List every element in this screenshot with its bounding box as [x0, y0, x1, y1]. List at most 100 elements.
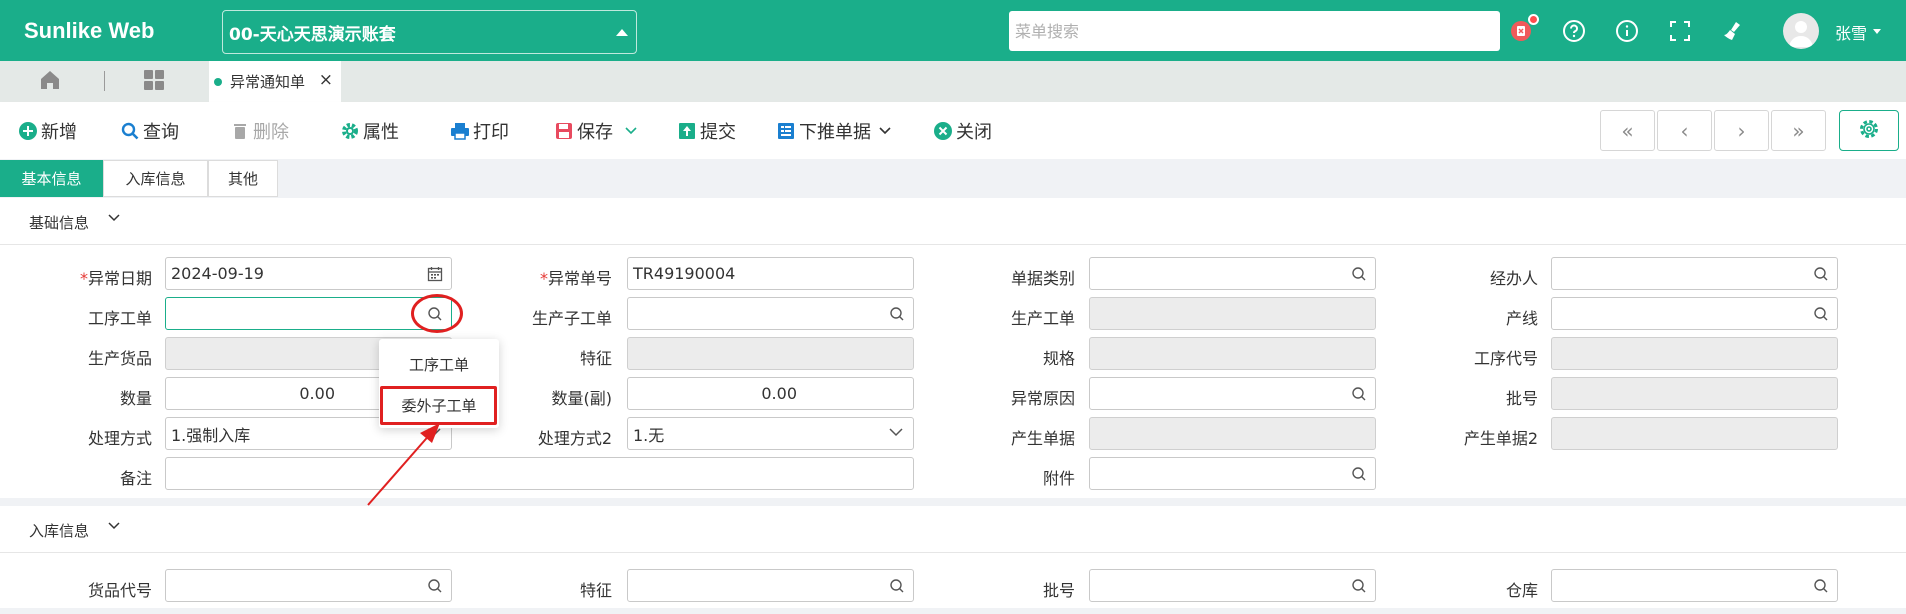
search-icon[interactable]: [1813, 578, 1829, 594]
warehouse-field[interactable]: [1551, 569, 1838, 602]
next-page-button[interactable]: ›: [1714, 110, 1769, 151]
goods-code-field[interactable]: [165, 569, 452, 602]
submit-button[interactable]: 提交: [677, 118, 736, 144]
notification-badge: [1528, 14, 1539, 25]
fullscreen-icon[interactable]: [1666, 17, 1694, 45]
caret-up-icon: [616, 29, 628, 36]
properties-label: 属性: [363, 122, 399, 143]
prod-goods-label: 生产货品: [87, 349, 152, 368]
feature-field: [627, 337, 914, 370]
stock-info-header[interactable]: 入库信息: [0, 506, 1906, 553]
batch-label: 批号: [1505, 389, 1538, 408]
search-icon[interactable]: [1351, 266, 1367, 282]
settings-button[interactable]: [1839, 110, 1899, 151]
search-icon[interactable]: [1351, 386, 1367, 402]
remark-field[interactable]: [165, 457, 914, 490]
submit-label: 提交: [700, 122, 736, 143]
plus-circle-icon: [18, 121, 38, 141]
active-dot-icon: [214, 77, 222, 86]
chevron-down-icon[interactable]: [1873, 29, 1881, 34]
method2-value: 1.无: [633, 425, 665, 445]
reason-field[interactable]: [1089, 377, 1376, 410]
prod-sub-order-field[interactable]: [627, 297, 914, 330]
search-icon[interactable]: [1813, 266, 1829, 282]
chevron-down-icon: [427, 428, 441, 437]
highlight-circle: [411, 294, 463, 333]
gear-icon: [340, 121, 360, 141]
close-label: 关闭: [956, 122, 992, 143]
menu-search-input[interactable]: [1015, 21, 1500, 41]
date-field[interactable]: 2024-09-19: [165, 257, 452, 290]
menu-search[interactable]: [1009, 11, 1500, 51]
attach-field[interactable]: [1089, 457, 1376, 490]
search-icon: [120, 121, 140, 141]
exception-no-field[interactable]: TR49190004: [627, 257, 914, 290]
clean-icon[interactable]: [1719, 17, 1747, 45]
qty-sub-field[interactable]: 0.00: [627, 377, 914, 410]
save-button[interactable]: 保存: [554, 118, 637, 144]
last-page-button[interactable]: »: [1771, 110, 1826, 151]
attach-label: 附件: [1042, 469, 1075, 488]
spec-field: [1089, 337, 1376, 370]
stock-batch-label: 批号: [1042, 581, 1075, 600]
close-icon[interactable]: ×: [319, 70, 333, 90]
info-icon[interactable]: [1613, 17, 1641, 45]
account-select[interactable]: 00-天心天思演示账套: [222, 10, 637, 54]
process-order-field[interactable]: [165, 297, 452, 330]
print-button[interactable]: 打印: [450, 118, 509, 144]
calendar-icon[interactable]: [427, 266, 443, 282]
search-icon[interactable]: [427, 578, 443, 594]
tab-strip: 异常通知单 ×: [0, 61, 1906, 102]
user-name[interactable]: 张雪: [1835, 20, 1867, 44]
properties-button[interactable]: 属性: [340, 118, 399, 144]
search-icon[interactable]: [1351, 578, 1367, 594]
home-icon[interactable]: [39, 69, 61, 95]
search-icon[interactable]: [1351, 466, 1367, 482]
method2-select[interactable]: 1.无: [627, 417, 914, 450]
spec-label: 规格: [1042, 349, 1075, 368]
date-value: 2024-09-19: [171, 264, 264, 283]
avatar[interactable]: [1783, 13, 1819, 49]
stock-feature-field[interactable]: [627, 569, 914, 602]
gear-icon: [1858, 118, 1880, 144]
tab-exception-notice[interactable]: 异常通知单 ×: [209, 61, 341, 102]
search-icon[interactable]: [889, 578, 905, 594]
section-tabs: 基本信息 入库信息 其他: [0, 159, 1906, 198]
tab-other[interactable]: 其他: [208, 160, 278, 197]
close-button[interactable]: 关闭: [933, 118, 992, 144]
basic-info-header[interactable]: 基础信息: [0, 198, 1906, 245]
tab-basic-info[interactable]: 基本信息: [0, 160, 103, 197]
doc-type-field[interactable]: [1089, 257, 1376, 290]
tab-stock-info[interactable]: 入库信息: [103, 160, 208, 197]
prev-page-button[interactable]: ‹: [1657, 110, 1712, 151]
task-icon[interactable]: [1507, 14, 1539, 45]
close-circle-icon: [933, 121, 953, 141]
push-down-button[interactable]: 下推单据: [776, 118, 891, 144]
method-value: 1.强制入库: [171, 425, 251, 445]
line-field[interactable]: [1551, 297, 1838, 330]
delete-button[interactable]: 删除: [230, 118, 289, 144]
first-page-button[interactable]: «: [1600, 110, 1655, 151]
help-icon[interactable]: [1560, 17, 1588, 45]
stock-batch-field[interactable]: [1089, 569, 1376, 602]
option-process-order[interactable]: 工序工单: [379, 344, 499, 384]
upload-icon: [677, 121, 697, 141]
new-button[interactable]: 新增: [18, 118, 77, 144]
doc-type-label: 单据类别: [1010, 269, 1075, 288]
qty-label: 数量: [119, 389, 152, 408]
qty-sub-label: 数量(副): [551, 389, 613, 408]
push-down-label: 下推单据: [799, 122, 871, 143]
grid-icon[interactable]: [143, 69, 165, 95]
handler-field[interactable]: [1551, 257, 1838, 290]
search-icon[interactable]: [1813, 306, 1829, 322]
section-title: 入库信息: [29, 522, 90, 540]
chevron-down-icon[interactable]: [625, 127, 637, 135]
query-button[interactable]: 查询: [120, 118, 179, 144]
process-code-label: 工序代号: [1473, 349, 1538, 368]
search-icon[interactable]: [889, 306, 905, 322]
query-label: 查询: [143, 122, 179, 143]
prod-sub-order-label: 生产子工单: [531, 309, 612, 328]
date-label: *异常日期: [79, 269, 152, 288]
section-title: 基础信息: [29, 214, 90, 232]
tab-label: 异常通知单: [230, 73, 306, 91]
